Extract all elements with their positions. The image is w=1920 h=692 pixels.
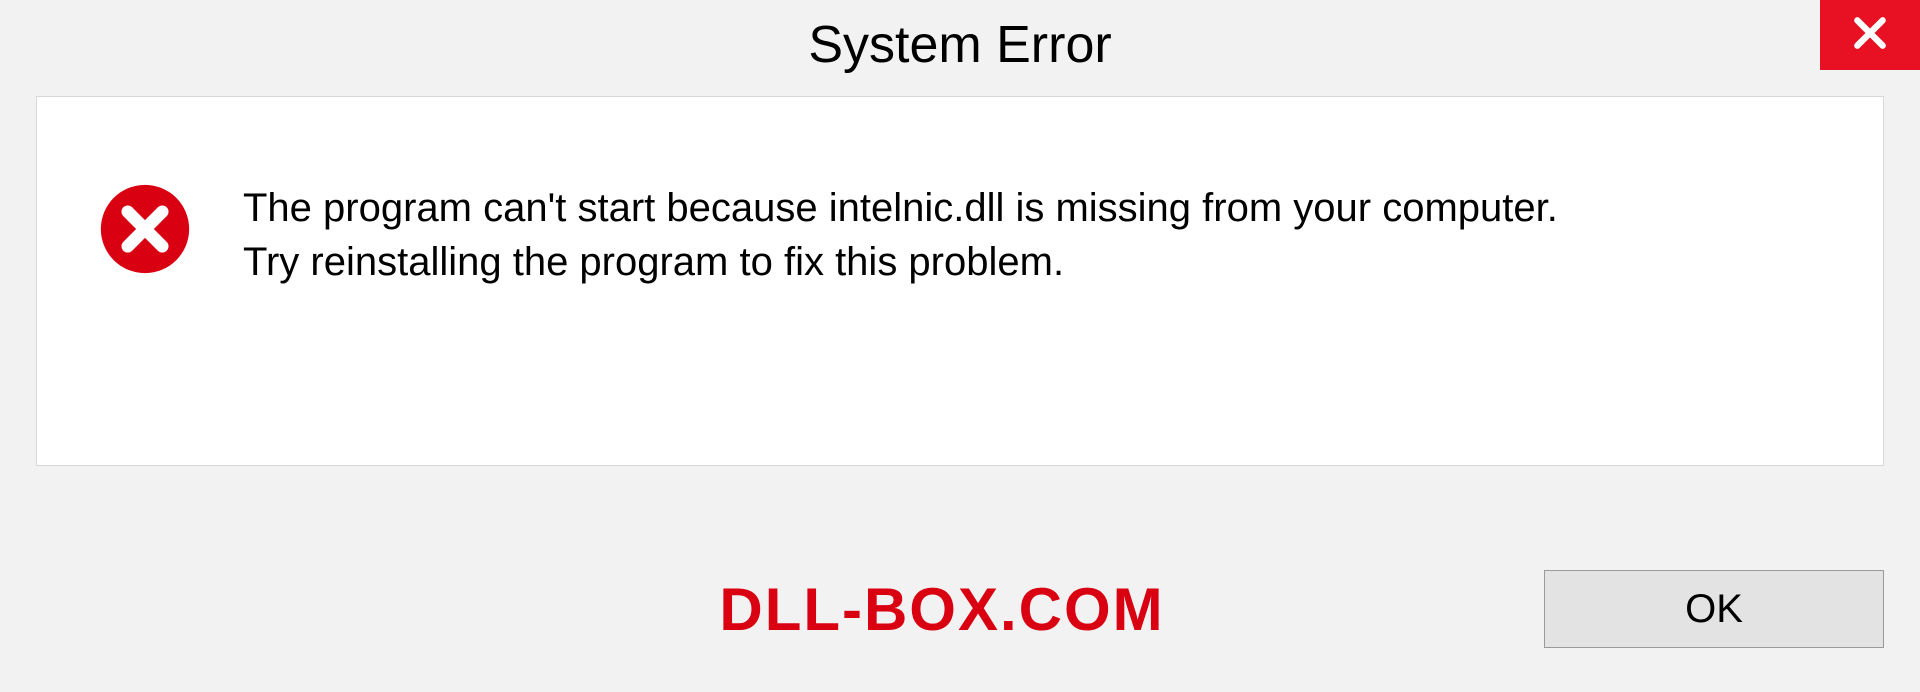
dialog-footer: DLL-BOX.COM OK [0,570,1884,648]
ok-button-label: OK [1685,587,1743,632]
close-button[interactable] [1820,0,1920,70]
brand-watermark: DLL-BOX.COM [719,575,1164,644]
system-error-dialog: System Error The program can't start bec… [0,0,1920,692]
error-message-line1: The program can't start because intelnic… [243,181,1823,235]
dialog-title: System Error [808,15,1111,75]
error-icon [97,181,193,282]
title-bar: System Error [0,0,1920,90]
close-icon [1851,14,1889,57]
dialog-body: The program can't start because intelnic… [36,96,1884,466]
error-message-line2: Try reinstalling the program to fix this… [243,235,1823,289]
error-message: The program can't start because intelnic… [243,177,1823,289]
ok-button[interactable]: OK [1544,570,1884,648]
